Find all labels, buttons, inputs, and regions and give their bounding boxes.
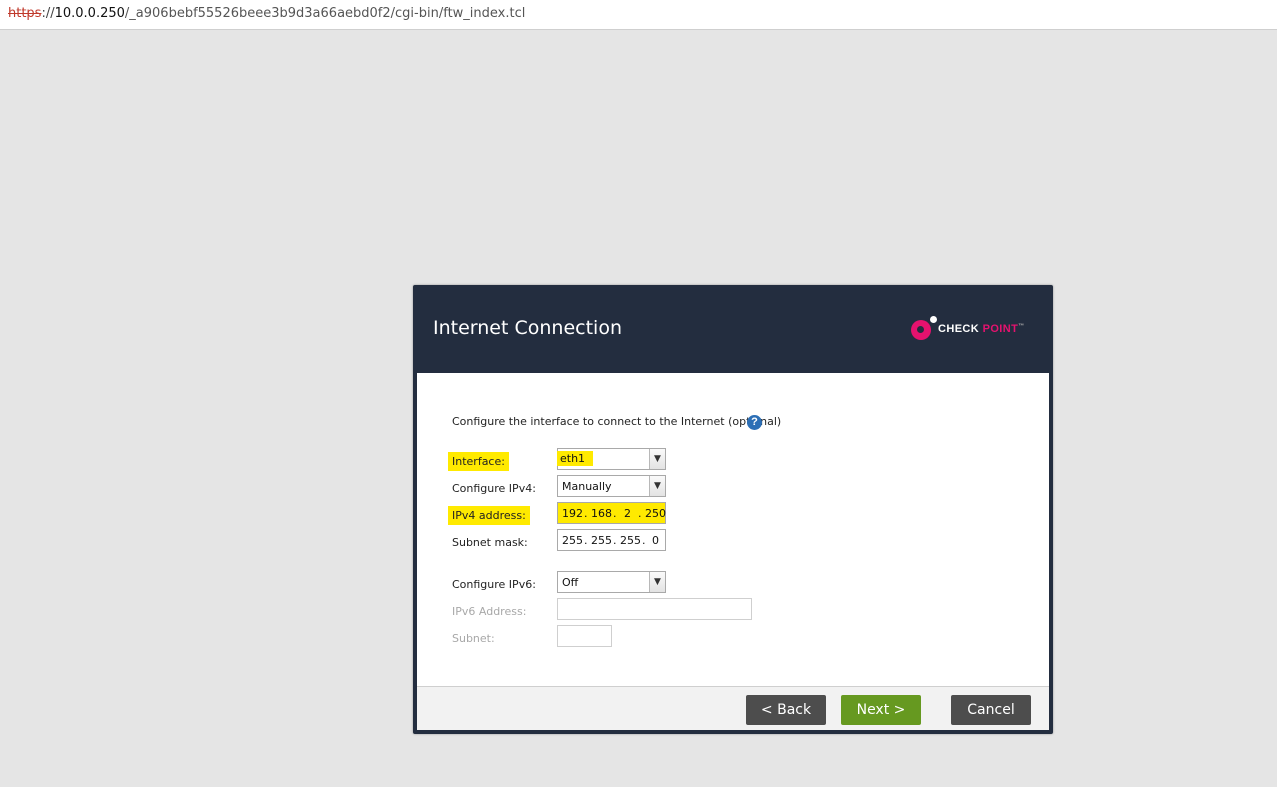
mask-octet-1[interactable]: 255 bbox=[562, 534, 583, 547]
ipv4-octet-4[interactable]: 250 bbox=[645, 507, 666, 520]
ip-dot: . bbox=[613, 534, 617, 547]
url-path: /_a906bebf55526beee3b9d3a66aebd0f2/cgi-b… bbox=[124, 6, 526, 21]
ip-dot: . bbox=[638, 507, 642, 520]
configure-ipv4-label: Configure IPv4: bbox=[452, 482, 536, 495]
configure-ipv6-select[interactable]: Off ▼ bbox=[557, 571, 666, 593]
ipv4-octet-2[interactable]: 168 bbox=[591, 507, 612, 520]
interface-select[interactable]: eth1 ▼ bbox=[557, 448, 666, 470]
ipv6-address-input[interactable] bbox=[557, 598, 752, 620]
configure-ipv4-select[interactable]: Manually ▼ bbox=[557, 475, 666, 497]
mask-octet-2[interactable]: 255 bbox=[591, 534, 612, 547]
ipv4-octet-1[interactable]: 192 bbox=[562, 507, 583, 520]
ip-dot: . bbox=[642, 534, 646, 547]
url-host: 10.0.0.250 bbox=[54, 6, 125, 21]
mask-octet-4[interactable]: 0 bbox=[652, 534, 659, 547]
subnet-mask-input[interactable]: 255 . 255 . 255 . 0 bbox=[557, 529, 666, 551]
ip-dot: . bbox=[613, 507, 617, 520]
cancel-button[interactable]: Cancel bbox=[951, 695, 1031, 725]
logo-trademark: ™ bbox=[1018, 323, 1025, 330]
ip-dot: . bbox=[584, 507, 588, 520]
url-separator: :// bbox=[41, 6, 55, 21]
configure-ipv4-value: Manually bbox=[562, 480, 612, 493]
subnet-mask-label: Subnet mask: bbox=[452, 536, 528, 549]
chevron-down-icon[interactable]: ▼ bbox=[649, 449, 665, 469]
dialog-title: Internet Connection bbox=[433, 317, 622, 339]
chevron-down-icon[interactable]: ▼ bbox=[649, 476, 665, 496]
dialog-body: Configure the interface to connect to th… bbox=[417, 373, 1049, 686]
logo-word-point: POINT bbox=[982, 323, 1019, 335]
configure-ipv6-label: Configure IPv6: bbox=[452, 578, 536, 591]
ip-dot: . bbox=[584, 534, 588, 547]
internet-connection-dialog: Internet Connection CHECK POINT™ Configu… bbox=[413, 285, 1053, 734]
logo-word-check: CHECK bbox=[938, 323, 980, 335]
interface-value: eth1 bbox=[557, 451, 594, 466]
ipv4-address-input[interactable]: 192 . 168 . 2 . 250 bbox=[557, 502, 666, 524]
intro-text: Configure the interface to connect to th… bbox=[452, 415, 782, 428]
help-icon[interactable]: ? bbox=[747, 415, 762, 430]
ipv4-octet-3[interactable]: 2 bbox=[624, 507, 631, 520]
logo-text: CHECK POINT™ bbox=[938, 323, 1025, 335]
chevron-down-icon[interactable]: ▼ bbox=[649, 572, 665, 592]
mask-octet-3[interactable]: 255 bbox=[620, 534, 641, 547]
next-button[interactable]: Next > bbox=[841, 695, 921, 725]
url-scheme: https bbox=[8, 6, 42, 21]
dialog-header: Internet Connection CHECK POINT™ bbox=[413, 285, 1053, 373]
back-button[interactable]: < Back bbox=[746, 695, 826, 725]
ipv6-address-label: IPv6 Address: bbox=[452, 605, 527, 618]
configure-ipv6-value: Off bbox=[562, 576, 579, 589]
dialog-footer: < Back Next > Cancel bbox=[417, 686, 1049, 730]
checkpoint-logo-icon bbox=[911, 320, 931, 340]
interface-label: Interface: bbox=[448, 452, 509, 471]
ipv6-subnet-label: Subnet: bbox=[452, 632, 495, 645]
address-bar[interactable]: https://10.0.0.250/_a906bebf55526beee3b9… bbox=[0, 0, 1277, 30]
ipv6-subnet-input[interactable] bbox=[557, 625, 612, 647]
logo-dot bbox=[930, 316, 937, 323]
ipv4-address-label: IPv4 address: bbox=[448, 506, 530, 525]
